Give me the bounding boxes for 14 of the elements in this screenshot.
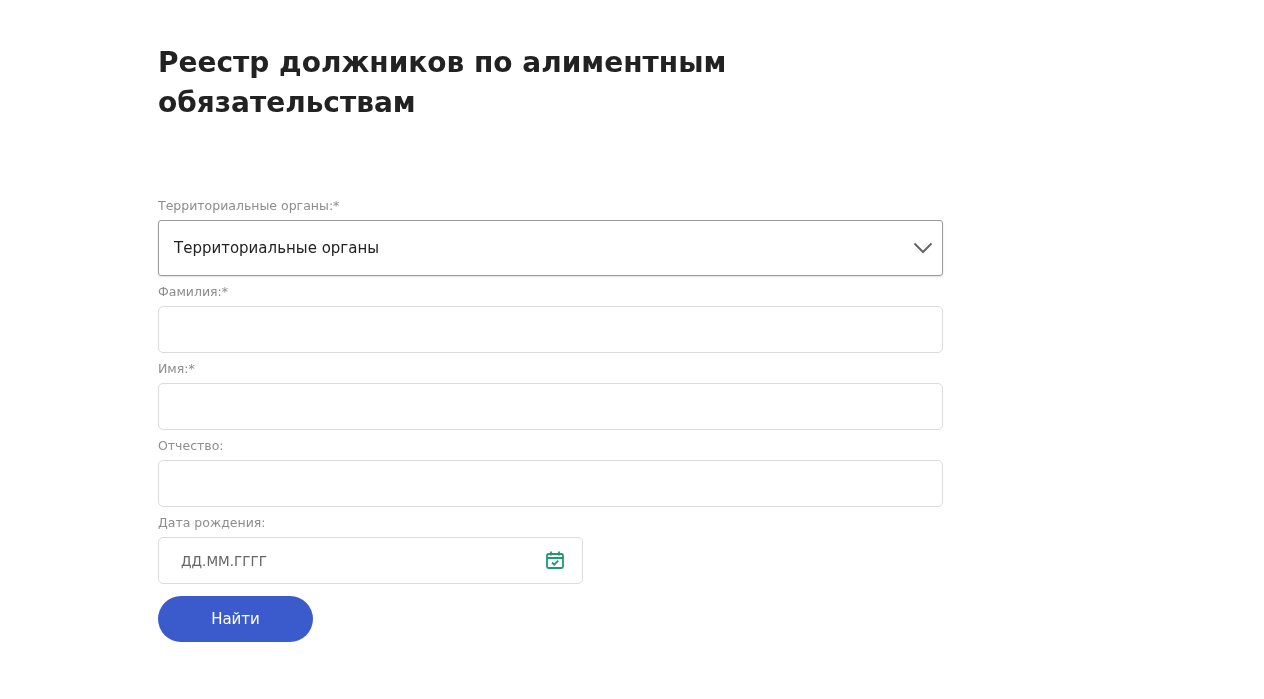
field-label: Фамилия:*: [158, 284, 230, 300]
field-label: Дата рождения:: [158, 515, 267, 531]
input-field[interactable]: [158, 306, 943, 353]
dropdown[interactable]: Территориальные органы: [158, 220, 943, 276]
input-field[interactable]: [158, 460, 943, 507]
calendar-icon[interactable]: [545, 550, 565, 570]
page-title: Реестр должников по алиментным обязательствам: [158, 45, 728, 121]
search-button[interactable]: Найти: [158, 596, 313, 642]
field-label: Территориальные органы:*: [158, 198, 341, 214]
input-field[interactable]: [158, 383, 943, 430]
chevron-down-icon: [913, 242, 933, 254]
field-label: Имя:*: [158, 361, 196, 377]
field-label: Отчество:: [158, 438, 225, 454]
date-field[interactable]: ДД.ММ.ГГГГ: [158, 537, 583, 584]
